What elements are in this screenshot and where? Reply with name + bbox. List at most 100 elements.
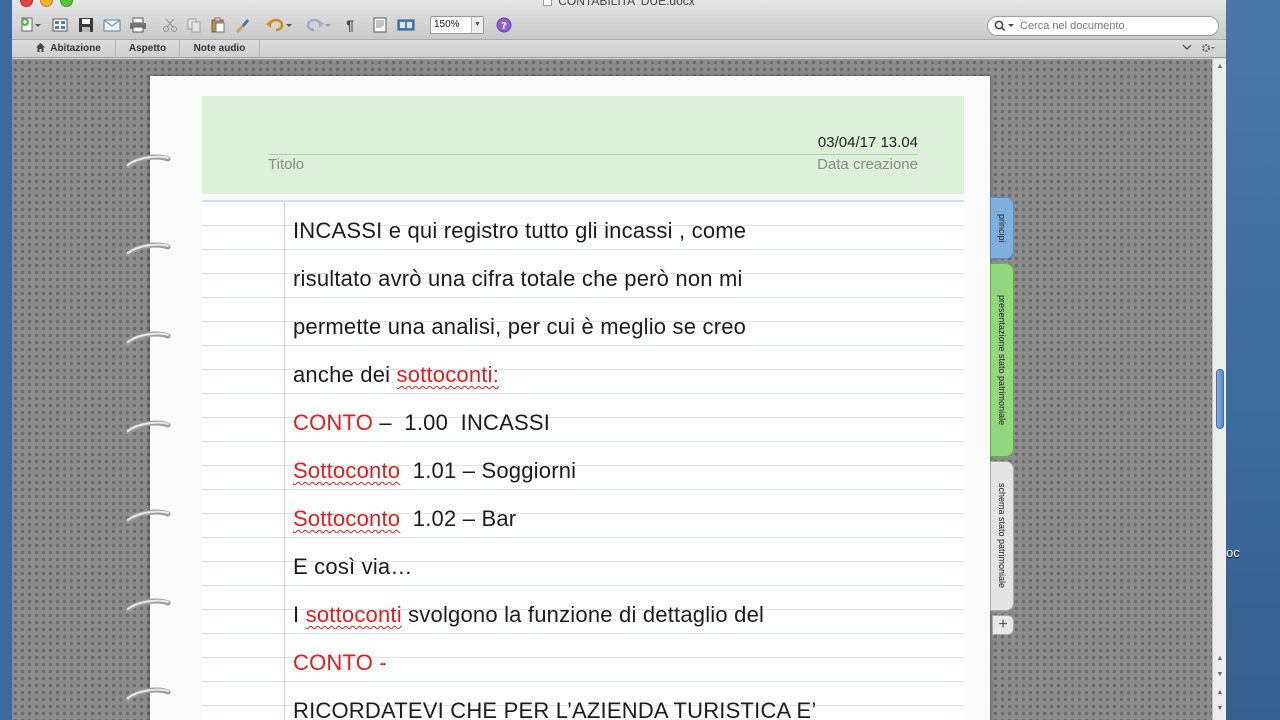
misspelled-word[interactable]: sottoconti:	[397, 362, 499, 387]
section-tab-label: principi	[997, 213, 1007, 243]
text-run: anche dei	[293, 362, 397, 387]
binder-ring-icon	[125, 509, 171, 524]
sidebar-button[interactable]	[370, 15, 390, 35]
email-button[interactable]	[102, 15, 122, 35]
redo-button[interactable]	[300, 15, 334, 35]
binder-ring-icon	[125, 154, 171, 169]
add-section-button[interactable]: +	[992, 615, 1014, 635]
text-line[interactable]: CONTO – 1.00 INCASSI	[293, 410, 550, 436]
tab-abitazione-label: Abitazione	[50, 43, 101, 54]
scroll-down-icon[interactable]: ▼	[1216, 705, 1224, 712]
notebook-page: 03/04/17 13.04 Titolo Data creazione INC…	[125, 76, 990, 720]
media-icon	[397, 19, 415, 31]
svg-text:?: ?	[501, 21, 507, 32]
desktop-background-left	[0, 0, 12, 720]
print-button[interactable]	[128, 15, 148, 35]
document-icon	[543, 0, 553, 6]
text-run: I	[293, 602, 306, 627]
misspelled-word[interactable]: sottoconti	[306, 602, 402, 627]
paste-button[interactable]	[208, 15, 228, 35]
save-icon	[79, 18, 93, 32]
tab-note-audio[interactable]: Note audio	[180, 40, 260, 58]
collapse-ribbon-icon[interactable]	[1182, 42, 1192, 55]
new-document-icon	[21, 17, 41, 32]
search-field[interactable]: Cerca nel documento	[987, 16, 1219, 36]
note-title-label[interactable]: Titolo	[268, 156, 304, 173]
section-tab-principi[interactable]: principi	[990, 197, 1014, 259]
search-icon	[994, 20, 1016, 38]
misspelled-word[interactable]: Sottoconto	[293, 506, 400, 531]
vertical-scrollbar[interactable]: ▲ ▲ ▼ ▲ ▼	[1212, 59, 1226, 720]
header-divider	[268, 154, 918, 155]
text-line[interactable]: INCASSI e qui registro tutto gli incassi…	[293, 218, 746, 244]
email-icon	[103, 19, 121, 32]
binder-ring-icon	[125, 242, 171, 257]
zoom-select[interactable]: 150% ▼	[430, 16, 484, 34]
paintbrush-icon	[236, 19, 249, 33]
tab-abitazione[interactable]: Abitazione	[22, 40, 116, 58]
redo-icon	[306, 18, 331, 32]
cut-button[interactable]	[160, 15, 180, 35]
text-line[interactable]: anche dei sottoconti:	[293, 362, 499, 388]
tab-aspetto[interactable]: Aspetto	[116, 40, 180, 58]
help-icon: ?	[496, 17, 512, 33]
note-date-label: Data creazione	[817, 156, 918, 173]
sidebar-icon	[373, 17, 387, 33]
text-line[interactable]: Sottoconto 1.01 – Soggiorni	[293, 458, 576, 484]
scroll-up-icon[interactable]: ▲	[1216, 63, 1224, 70]
binder-ring-icon	[125, 687, 171, 702]
text-line[interactable]: RICORDATEVI CHE PER L’AZIENDA TURISTICA …	[293, 698, 816, 720]
note-header: 03/04/17 13.04 Titolo Data creazione	[202, 96, 964, 194]
clipboard-icon	[211, 17, 225, 33]
copy-button[interactable]	[184, 15, 204, 35]
help-button[interactable]: ?	[494, 15, 514, 35]
gear-icon[interactable]	[1200, 42, 1216, 57]
text-line[interactable]: I sottoconti svolgono la funzione di det…	[293, 602, 764, 628]
zoom-value: 150%	[434, 19, 460, 30]
text-line[interactable]: permette una analisi, per cui è meglio s…	[293, 314, 746, 340]
ribbon-tab-bar: Abitazione Aspetto Note audio	[12, 40, 1226, 58]
document-body[interactable]: INCASSI e qui registro tutto gli incassi…	[202, 200, 964, 720]
text-line[interactable]: E così via…	[293, 554, 413, 580]
word-window: CONTABILITA' DUE.docx ¶ 150% ▼ ? Cerca n…	[12, 0, 1226, 720]
text-run: 1.02 – Bar	[400, 506, 517, 531]
binder-ring-icon	[125, 598, 171, 613]
scissors-icon	[163, 18, 177, 32]
scroll-up-icon[interactable]: ▲	[1216, 689, 1224, 696]
copy-icon	[187, 18, 201, 33]
text-line[interactable]: risultato avrò una cifra totale che però…	[293, 266, 743, 292]
gallery-button[interactable]	[50, 15, 70, 35]
binder-ring-icon	[125, 420, 171, 435]
home-icon	[36, 41, 46, 58]
margin-rule	[284, 202, 285, 720]
section-tab-presentazione-stato-patrimoniale[interactable]: presentazione stato patrimoniale	[990, 263, 1014, 457]
undo-button[interactable]	[262, 15, 296, 35]
show-formatting-button[interactable]: ¶	[342, 15, 358, 35]
text-run: svolgono la funzione di dettaglio del	[401, 602, 765, 627]
binder-ring-icon	[125, 331, 171, 346]
text-line[interactable]: Sottoconto 1.02 – Bar	[293, 506, 516, 532]
scroll-down-icon[interactable]: ▼	[1216, 671, 1224, 678]
misspelled-word[interactable]: Sottoconto	[293, 458, 400, 483]
media-browser-button[interactable]	[396, 15, 416, 35]
scroll-up-icon[interactable]: ▲	[1216, 655, 1224, 662]
gallery-icon	[52, 18, 68, 32]
toolbar: CONTABILITA' DUE.docx ¶ 150% ▼ ? Cerca n…	[12, 0, 1226, 40]
print-icon	[130, 17, 146, 33]
text-line[interactable]: CONTO -	[293, 650, 387, 676]
window-title: CONTABILITA' DUE.docx	[12, 0, 1226, 8]
section-tab-label: presentazione stato patrimoniale	[997, 294, 1007, 426]
search-placeholder: Cerca nel documento	[1020, 20, 1125, 32]
document-workspace: 03/04/17 13.04 Titolo Data creazione INC…	[12, 59, 1212, 720]
new-document-button[interactable]	[16, 15, 44, 35]
desktop-file-label[interactable]: oc	[1226, 545, 1240, 560]
text-run: – 1.00 INCASSI	[373, 410, 551, 435]
format-painter-button[interactable]	[232, 15, 252, 35]
scroll-thumb[interactable]	[1216, 369, 1224, 429]
save-button[interactable]	[76, 15, 96, 35]
section-tab-schema-stato-patrimoniale[interactable]: schema stato patrimoniale	[990, 461, 1014, 611]
section-tab-label: schema stato patrimoniale	[997, 483, 1007, 589]
note-date-value[interactable]: 03/04/17 13.04	[818, 134, 918, 151]
desktop-background-right	[1226, 0, 1280, 720]
undo-icon	[266, 18, 292, 32]
